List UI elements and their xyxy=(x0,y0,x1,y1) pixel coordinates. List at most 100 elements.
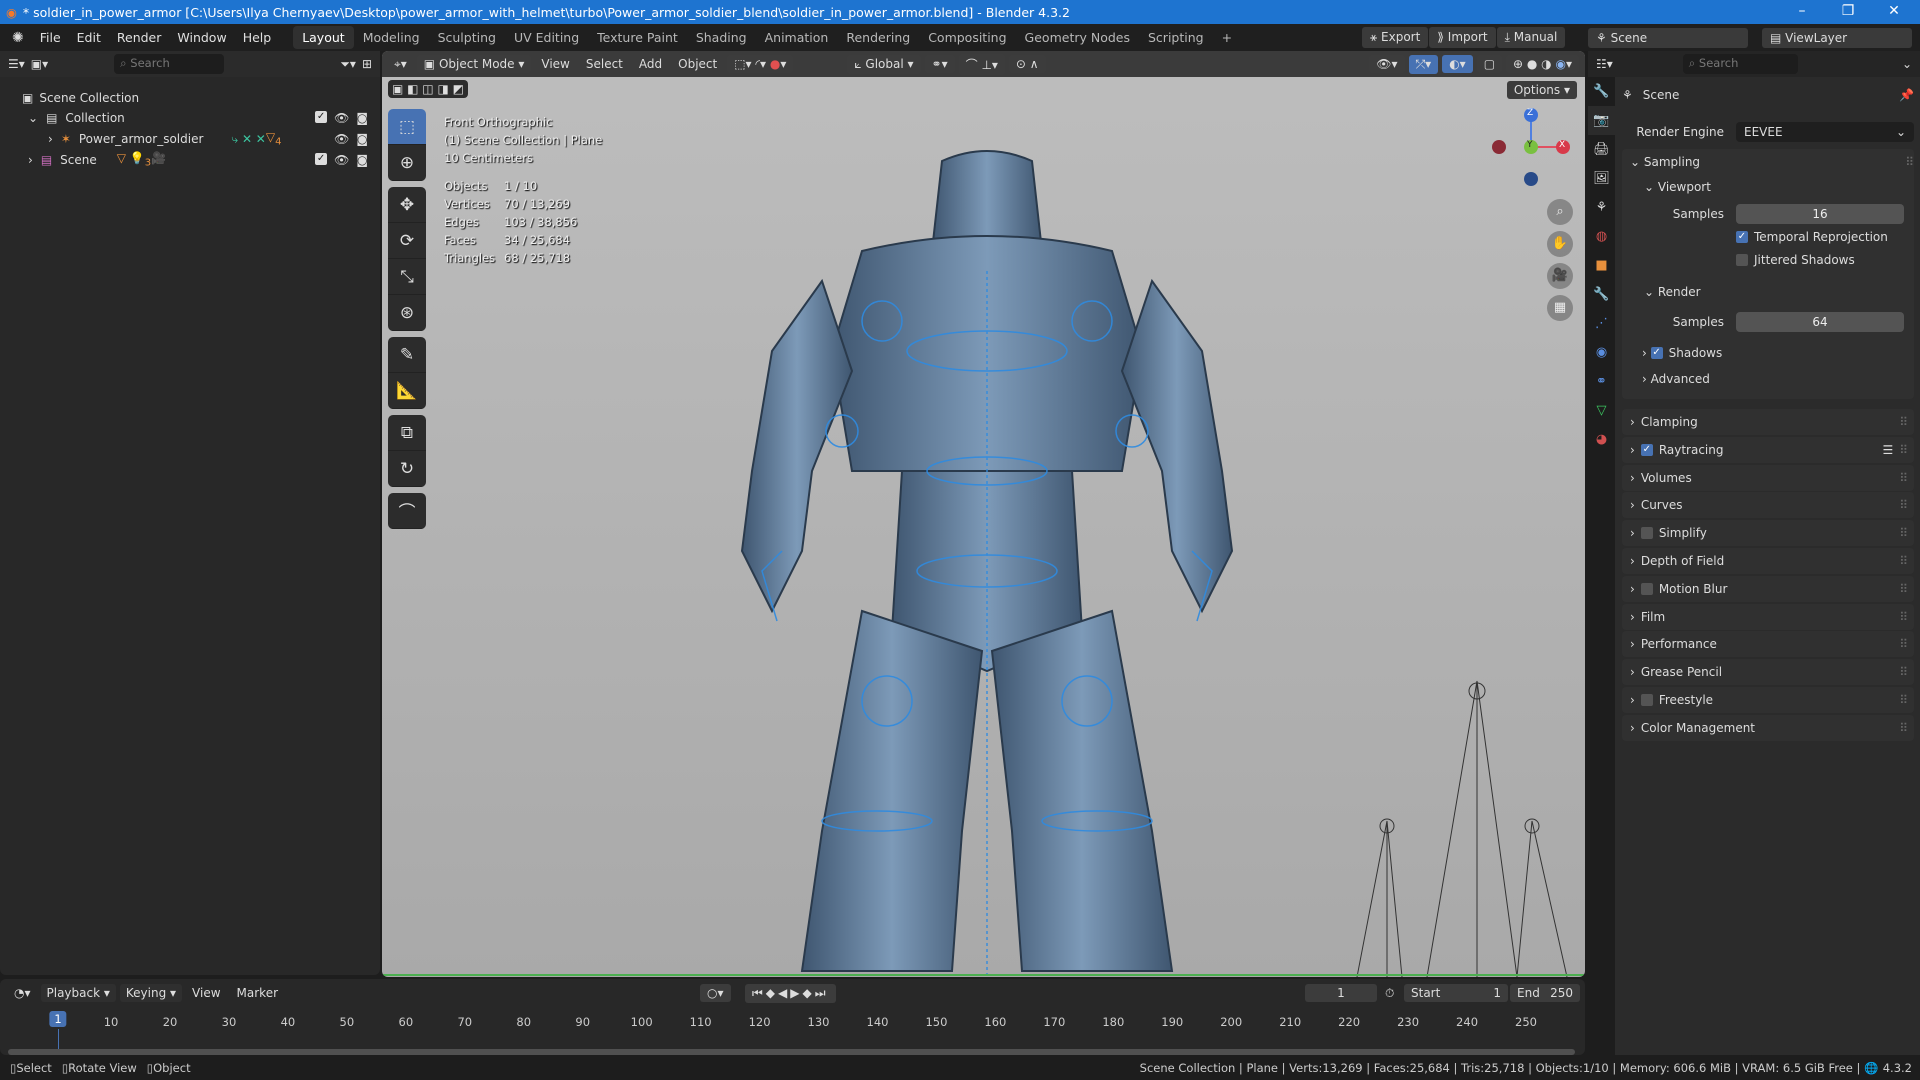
eye-icon[interactable]: 👁 xyxy=(334,132,349,146)
pivot-dropdown[interactable]: ⚭▾ xyxy=(924,55,955,73)
outliner-search-input[interactable]: ⌕ Search xyxy=(114,54,225,74)
manual-button[interactable]: ⤓ Manual xyxy=(1496,27,1566,48)
selection-mode-buttons[interactable]: ▣ ◧ ◫ ◨ ◩ xyxy=(388,80,468,98)
editor-type-icon[interactable]: ☰▾ xyxy=(8,57,25,71)
output-tab-icon[interactable]: 🖨 xyxy=(1588,135,1615,164)
maximize-button[interactable]: ❐ xyxy=(1826,0,1870,24)
editor-type-icon[interactable]: ⌖▾ xyxy=(388,55,413,74)
menu-select[interactable]: Select xyxy=(580,55,629,73)
close-button[interactable]: ✕ xyxy=(1872,0,1916,24)
drag-handle-icon[interactable]: ⠿ xyxy=(1899,498,1908,512)
outliner-item-power-armor-soldier[interactable]: › ✶ Power_armor_soldier ⤷ ✕ ✕ ▽4 👁 ◙ xyxy=(0,129,380,149)
playhead[interactable]: 1 xyxy=(49,1011,67,1027)
transform-icons[interactable]: ⬚▾ ◜▾ ●▾ xyxy=(727,55,794,73)
exclude-checkbox[interactable]: ✓ xyxy=(315,153,328,165)
visibility-dropdown[interactable]: 👁▾ xyxy=(1369,55,1405,73)
menu-add[interactable]: Add xyxy=(633,55,668,73)
constraints-tab-icon[interactable]: ⚭ xyxy=(1588,367,1615,396)
menu-file[interactable]: File xyxy=(32,30,69,45)
tab-animation[interactable]: Animation xyxy=(756,26,838,49)
tab-uv-editing[interactable]: UV Editing xyxy=(505,26,588,49)
drag-handle-icon[interactable]: ⠿ xyxy=(1899,721,1908,735)
minimize-button[interactable]: – xyxy=(1780,0,1824,24)
snap-toggle[interactable]: ⌒ ⊥▾ xyxy=(958,53,1005,75)
scale-tool[interactable]: ⤡ xyxy=(388,259,426,295)
outliner-item-scene-collection[interactable]: ▣ Scene Collection xyxy=(0,88,380,108)
camera-icon[interactable]: ◙ xyxy=(356,132,368,146)
drag-handle-icon[interactable]: ⠿ xyxy=(1899,443,1908,457)
add-cube-tool[interactable]: ⧉ xyxy=(388,415,426,451)
drag-handle-icon[interactable]: ⠿ xyxy=(1899,637,1908,651)
outliner-item-scene[interactable]: › ▤ Scene ▽ 💡3🎥 ✓ 👁 ◙ xyxy=(0,150,380,170)
move-tool[interactable]: ✥ xyxy=(388,187,426,223)
tab-modeling[interactable]: Modeling xyxy=(354,26,429,49)
drag-handle-icon[interactable]: ⠿ xyxy=(1899,415,1908,429)
list-icon[interactable]: ☰ xyxy=(1882,443,1893,457)
export-button[interactable]: ⚹ Export xyxy=(1362,27,1429,48)
navigation-gizmo[interactable]: Z Y X xyxy=(1491,107,1571,187)
render-tab-icon[interactable]: 📷 xyxy=(1588,106,1615,135)
spin-tool[interactable]: ↻ xyxy=(388,451,426,487)
shadows-subpanel-header[interactable]: › ✓ Shadows xyxy=(1618,340,1914,366)
camera-icon[interactable]: ◙ xyxy=(356,153,368,167)
shading-modes[interactable]: ⊕ ● ◑ ◉▾ xyxy=(1506,55,1579,73)
curve-tool[interactable]: ⌒ xyxy=(388,493,426,529)
tab-layout[interactable]: Layout xyxy=(293,26,354,49)
panel-depth-of-field[interactable]: › Depth of Field ⠿ xyxy=(1622,548,1914,574)
blender-menu-icon[interactable]: ✺ xyxy=(0,30,32,46)
panel-grease-pencil[interactable]: › Grease Pencil ⠿ xyxy=(1622,659,1914,686)
eye-icon[interactable]: 👁 xyxy=(334,111,349,125)
panel-raytracing[interactable]: › ✓ Raytracing ☰ ⠿ xyxy=(1622,436,1914,463)
menu-object[interactable]: Object xyxy=(672,55,723,73)
drag-handle-icon[interactable]: ⠿ xyxy=(1899,471,1908,485)
xray-toggle[interactable]: ▢ xyxy=(1476,55,1503,73)
tab-scripting[interactable]: Scripting xyxy=(1139,26,1213,49)
tab-sculpting[interactable]: Sculpting xyxy=(429,26,505,49)
panel-curves[interactable]: › Curves ⠿ xyxy=(1622,492,1914,519)
sampling-panel-header[interactable]: ⌄ Sampling ⠿ xyxy=(1618,149,1914,175)
options-chevron-icon[interactable]: ⌄ xyxy=(1902,57,1912,71)
drag-handle-icon[interactable]: ⠿ xyxy=(1899,610,1908,624)
panel-enable-checkbox[interactable] xyxy=(1640,694,1653,706)
add-workspace-button[interactable]: + xyxy=(1213,26,1241,49)
panel-volumes[interactable]: › Volumes ⠿ xyxy=(1622,464,1914,491)
particles-tab-icon[interactable]: ⋰ xyxy=(1588,309,1615,338)
rotate-tool[interactable]: ⟳ xyxy=(388,223,426,259)
properties-search-input[interactable]: ⌕ Search xyxy=(1682,54,1798,74)
drag-handle-icon[interactable]: ⠿ xyxy=(1899,693,1908,707)
menu-edit[interactable]: Edit xyxy=(69,30,109,45)
panel-color-management[interactable]: › Color Management ⠿ xyxy=(1622,714,1914,741)
viewport-samples-field[interactable]: 16 xyxy=(1736,204,1904,224)
viewport-subpanel-header[interactable]: ⌄ Viewport xyxy=(1618,174,1914,200)
exclude-checkbox[interactable]: ✓ xyxy=(315,111,328,123)
modifier-tab-icon[interactable]: 🔧 xyxy=(1588,280,1615,309)
transform-tool[interactable]: ⊛ xyxy=(388,295,426,331)
3d-viewport[interactable]: ⌖▾ ▣ Object Mode ▾ View Select Add Objec… xyxy=(382,51,1585,977)
physics-tab-icon[interactable]: ◉ xyxy=(1588,338,1615,367)
tab-rendering[interactable]: Rendering xyxy=(837,26,919,49)
panel-simplify[interactable]: › Simplify ⠿ xyxy=(1622,520,1914,547)
viewlayer-selector[interactable]: ▤ ViewLayer xyxy=(1762,27,1912,48)
object-mode-dropdown[interactable]: ▣ Object Mode ▾ xyxy=(416,55,532,73)
tab-texture-paint[interactable]: Texture Paint xyxy=(588,26,687,49)
display-mode-icon[interactable]: ▣▾ xyxy=(31,57,48,71)
ortho-grid-icon[interactable]: ▦ xyxy=(1547,295,1573,321)
drag-handle-icon[interactable]: ⠿ xyxy=(1899,554,1908,568)
expand-icon[interactable]: › xyxy=(48,132,53,146)
proportional-edit-toggle[interactable]: ⊙ ∧ xyxy=(1008,55,1046,73)
overlay-toggle[interactable]: ◐▾ xyxy=(1442,55,1473,73)
tab-shading[interactable]: Shading xyxy=(687,26,756,49)
panel-freestyle[interactable]: › Freestyle ⠿ xyxy=(1622,687,1914,713)
measure-tool[interactable]: 📐 xyxy=(388,373,426,409)
pin-icon[interactable]: 📌 xyxy=(1899,88,1914,102)
data-tab-icon[interactable]: ▽ xyxy=(1588,396,1615,425)
scene-selector[interactable]: ⚘ Scene xyxy=(1588,27,1748,48)
gizmo-toggle[interactable]: ⤱▾ xyxy=(1408,54,1439,74)
render-samples-field[interactable]: 64 xyxy=(1736,312,1904,332)
panel-film[interactable]: › Film ⠿ xyxy=(1622,603,1914,630)
menu-view[interactable]: View xyxy=(535,55,575,73)
panel-enable-checkbox[interactable] xyxy=(1640,582,1653,595)
panel-performance[interactable]: › Performance ⠿ xyxy=(1622,631,1914,658)
camera-view-icon[interactable]: 🎥 xyxy=(1547,263,1573,289)
annotate-tool[interactable]: ✎ xyxy=(388,337,426,373)
